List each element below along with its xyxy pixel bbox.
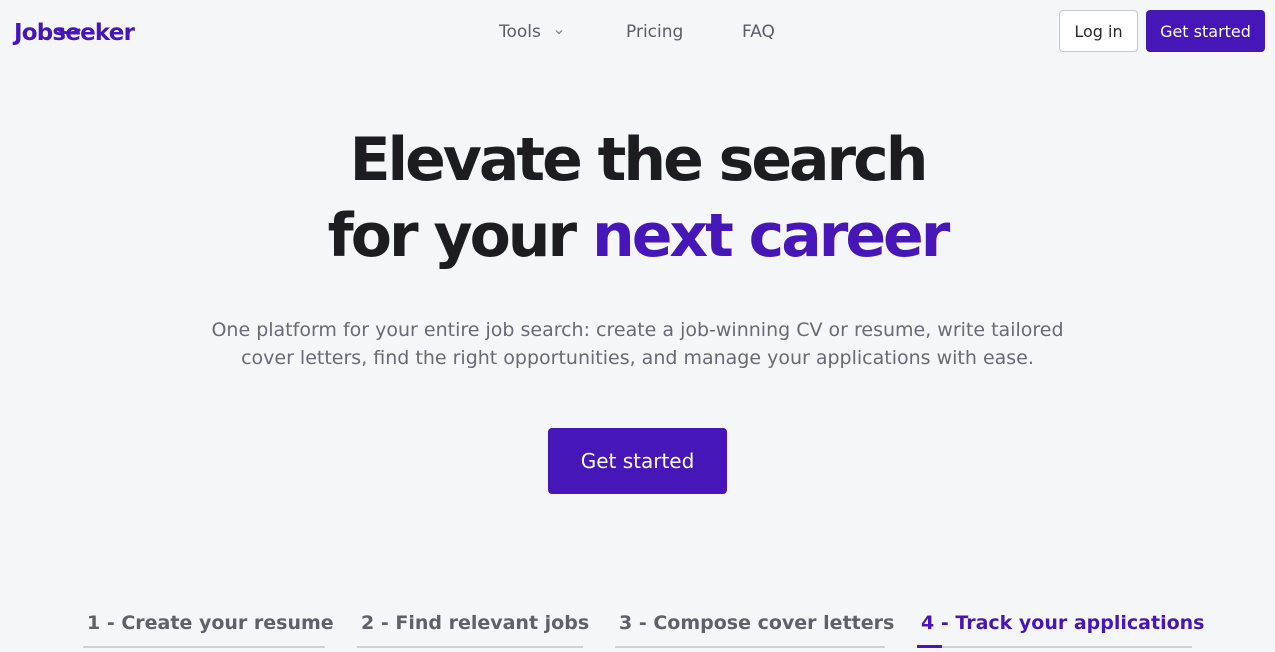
hero-title-prefix: for your — [327, 201, 592, 271]
hero-get-started-button[interactable]: Get started — [548, 428, 727, 494]
nav-tools[interactable]: Tools — [499, 20, 541, 44]
login-button[interactable]: Log in — [1059, 10, 1138, 52]
hero-title-accent: next career — [592, 201, 950, 271]
landing-page: Jobseeker Tools Pricing FAQ Log in Get s… — [0, 0, 1275, 652]
feature-steps-tabs: 1 - Create your resume 2 - Find relevant… — [0, 600, 1275, 652]
tab-cover-letters[interactable]: 3 - Compose cover letters — [615, 600, 894, 648]
nav-pricing[interactable]: Pricing — [626, 20, 683, 44]
tab-track-applications[interactable]: 4 - Track your applications — [917, 600, 1204, 648]
nav-faq[interactable]: FAQ — [742, 20, 775, 44]
tab-label: 4 - Track your applications — [921, 612, 1205, 634]
chevron-down-icon[interactable] — [554, 27, 564, 37]
tab-create-resume[interactable]: 1 - Create your resume — [83, 600, 334, 648]
hero-title-line2: for your next career — [0, 198, 1275, 274]
tab-label: 1 - Create your resume — [87, 612, 334, 634]
site-header: Jobseeker Tools Pricing FAQ Log in Get s… — [0, 0, 1275, 62]
tab-progress-bar — [917, 645, 942, 648]
tab-label: 3 - Compose cover letters — [619, 612, 895, 634]
hero-title: Elevate the search for your next career — [0, 122, 1275, 274]
header-get-started-button[interactable]: Get started — [1146, 10, 1265, 52]
tab-find-jobs[interactable]: 2 - Find relevant jobs — [357, 600, 589, 648]
tab-label: 2 - Find relevant jobs — [361, 612, 590, 634]
hero-title-line1: Elevate the search — [349, 125, 929, 195]
hero-subtitle: One platform for your entire job search:… — [211, 319, 1064, 369]
